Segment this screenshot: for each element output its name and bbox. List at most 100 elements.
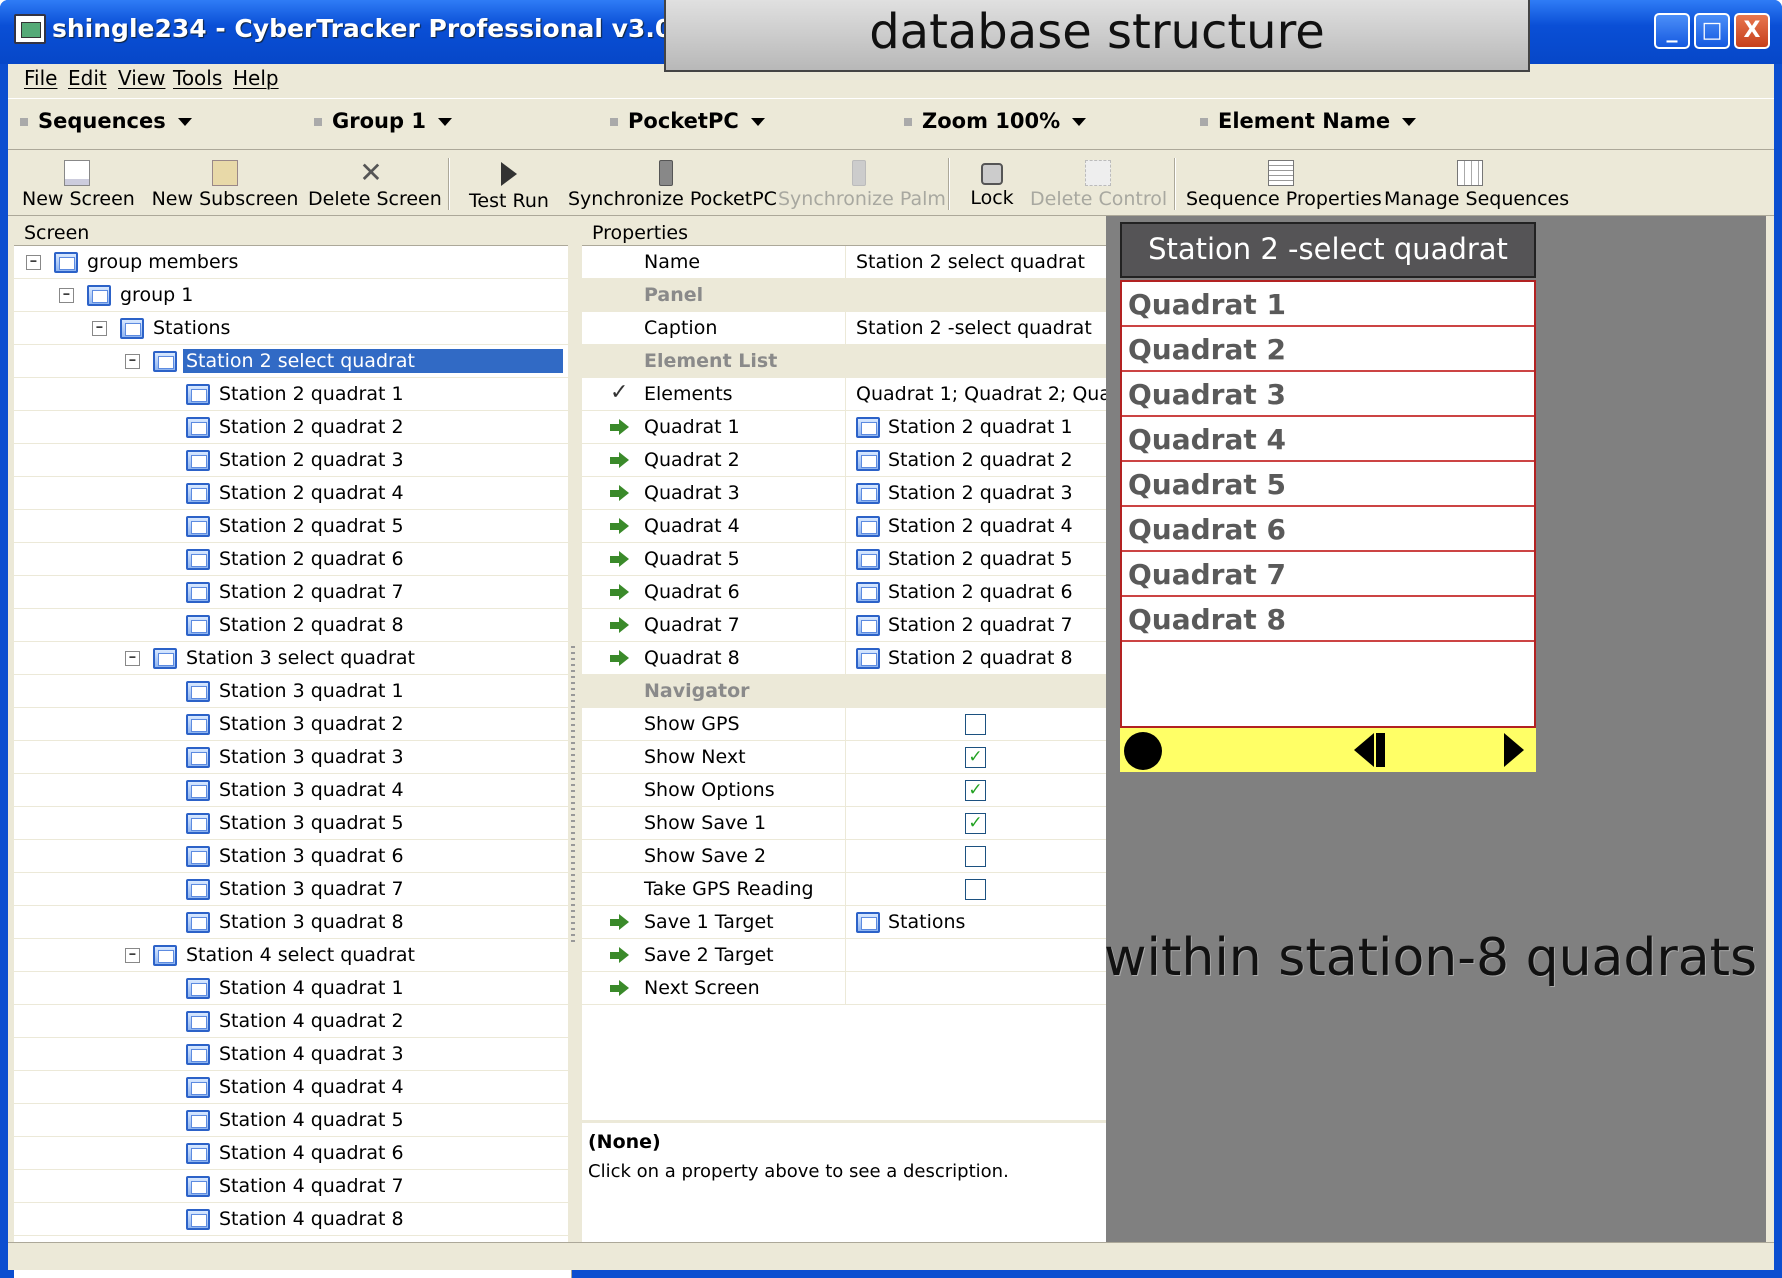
tree-item[interactable]: Station 2 quadrat 2 bbox=[14, 411, 571, 444]
element-name-dropdown[interactable]: Element Name bbox=[1200, 109, 1417, 133]
preview-list-item[interactable]: Quadrat 2 bbox=[1122, 327, 1534, 372]
test-run-button[interactable]: Test Run bbox=[464, 152, 554, 216]
property-value-cell[interactable] bbox=[846, 840, 1106, 873]
property-value-cell[interactable] bbox=[846, 873, 1106, 906]
delete-control-button[interactable]: Delete Control bbox=[1030, 152, 1167, 216]
property-row[interactable]: Show Save 1 ✓ bbox=[582, 807, 1106, 840]
property-value-cell[interactable]: ✓ bbox=[846, 807, 1106, 840]
menu-file[interactable]: File bbox=[24, 66, 57, 90]
preview-list-item[interactable]: Quadrat 8 bbox=[1122, 597, 1534, 642]
splitter-grip[interactable] bbox=[571, 646, 575, 946]
tree-item[interactable]: − group members bbox=[14, 246, 571, 279]
preview-list-item[interactable]: Quadrat 1 bbox=[1122, 282, 1534, 327]
property-value-cell[interactable]: ✓ bbox=[846, 774, 1106, 807]
property-row[interactable]: Caption Station 2 -select quadrat bbox=[582, 312, 1106, 345]
next-icon[interactable] bbox=[1504, 733, 1524, 767]
property-row[interactable]: Next Screen bbox=[582, 972, 1106, 1005]
property-row[interactable]: Save 1 Target Stations bbox=[582, 906, 1106, 939]
property-value-cell[interactable]: Station 2 quadrat 6 bbox=[846, 576, 1106, 609]
menu-tools[interactable]: Tools bbox=[173, 66, 222, 90]
collapse-icon[interactable]: − bbox=[125, 651, 140, 666]
options-dot-icon[interactable] bbox=[1124, 732, 1162, 770]
property-value-cell[interactable]: Stations bbox=[846, 906, 1106, 939]
tree-item[interactable]: − Station 3 select quadrat bbox=[14, 642, 571, 675]
checkbox[interactable]: ✓ bbox=[965, 780, 986, 801]
property-row[interactable]: Name Station 2 select quadrat bbox=[582, 246, 1106, 279]
property-row[interactable]: Show Save 2 bbox=[582, 840, 1106, 873]
tree-item[interactable]: Station 4 quadrat 8 bbox=[14, 1203, 571, 1236]
new-subscreen-button[interactable]: New Subscreen bbox=[150, 152, 300, 216]
property-value-cell[interactable]: Quadrat 1; Quadrat 2; Quadrat 3 bbox=[846, 378, 1106, 411]
tree-item[interactable]: Station 4 quadrat 1 bbox=[14, 972, 571, 1005]
menu-edit[interactable]: Edit bbox=[68, 66, 107, 90]
menu-help[interactable]: Help bbox=[233, 66, 279, 90]
property-row[interactable]: Quadrat 7 Station 2 quadrat 7 bbox=[582, 609, 1106, 642]
tree-item[interactable]: Station 4 quadrat 3 bbox=[14, 1038, 571, 1071]
tree-item[interactable]: Station 2 quadrat 3 bbox=[14, 444, 571, 477]
property-row[interactable]: Quadrat 1 Station 2 quadrat 1 bbox=[582, 411, 1106, 444]
property-row[interactable]: Show Options ✓ bbox=[582, 774, 1106, 807]
tree-item[interactable]: Station 3 quadrat 1 bbox=[14, 675, 571, 708]
synchronize-pocketpc-button[interactable]: Synchronize PocketPC bbox=[568, 152, 777, 216]
tree-item[interactable]: Station 3 quadrat 5 bbox=[14, 807, 571, 840]
menu-view[interactable]: View bbox=[118, 66, 165, 90]
sequence-properties-button[interactable]: Sequence Properties bbox=[1186, 152, 1382, 216]
property-row[interactable]: Show GPS bbox=[582, 708, 1106, 741]
tree-item[interactable]: Station 2 quadrat 8 bbox=[14, 609, 571, 642]
property-value-cell[interactable]: Station 2 quadrat 8 bbox=[846, 642, 1106, 675]
property-value-cell[interactable]: Station 2 -select quadrat bbox=[846, 312, 1106, 345]
tree-item[interactable]: − Stations bbox=[14, 312, 571, 345]
close-button[interactable]: X bbox=[1734, 13, 1770, 49]
back-icon[interactable] bbox=[1354, 733, 1388, 769]
collapse-icon[interactable]: − bbox=[125, 948, 140, 963]
tree-item[interactable]: Station 3 quadrat 3 bbox=[14, 741, 571, 774]
zoom-dropdown[interactable]: Zoom 100% bbox=[904, 109, 1087, 133]
property-row[interactable]: Quadrat 3 Station 2 quadrat 3 bbox=[582, 477, 1106, 510]
checkbox[interactable]: ✓ bbox=[965, 747, 986, 768]
preview-list-item[interactable]: Quadrat 6 bbox=[1122, 507, 1534, 552]
collapse-icon[interactable]: − bbox=[26, 255, 41, 270]
property-row[interactable]: Quadrat 2 Station 2 quadrat 2 bbox=[582, 444, 1106, 477]
tree-item[interactable]: − group 1 bbox=[14, 279, 571, 312]
tree-item[interactable]: Station 3 quadrat 2 bbox=[14, 708, 571, 741]
preview-list-item[interactable]: Quadrat 4 bbox=[1122, 417, 1534, 462]
tree-item[interactable]: Station 2 quadrat 5 bbox=[14, 510, 571, 543]
sequences-dropdown[interactable]: Sequences bbox=[20, 109, 192, 133]
lock-button[interactable]: Lock bbox=[958, 152, 1026, 216]
property-row[interactable]: Quadrat 6 Station 2 quadrat 6 bbox=[582, 576, 1106, 609]
property-value-cell[interactable]: Station 2 quadrat 3 bbox=[846, 477, 1106, 510]
collapse-icon[interactable]: − bbox=[125, 354, 140, 369]
property-row[interactable]: Show Next ✓ bbox=[582, 741, 1106, 774]
property-value-cell[interactable]: Station 2 quadrat 5 bbox=[846, 543, 1106, 576]
tree-item[interactable]: − Station 2 select quadrat bbox=[14, 345, 571, 378]
checkbox[interactable] bbox=[965, 846, 986, 867]
delete-screen-button[interactable]: ✕ Delete Screen bbox=[308, 152, 442, 216]
property-value-cell[interactable] bbox=[846, 708, 1106, 741]
tree-item[interactable]: Station 4 quadrat 2 bbox=[14, 1005, 571, 1038]
tree-item[interactable]: Station 3 quadrat 7 bbox=[14, 873, 571, 906]
minimize-button[interactable]: _ bbox=[1654, 13, 1690, 49]
preview-list-item[interactable]: Quadrat 3 bbox=[1122, 372, 1534, 417]
tree-item[interactable]: Station 3 quadrat 4 bbox=[14, 774, 571, 807]
tree-item[interactable]: Station 3 quadrat 6 bbox=[14, 840, 571, 873]
property-value-cell[interactable]: Station 2 quadrat 4 bbox=[846, 510, 1106, 543]
device-dropdown[interactable]: PocketPC bbox=[610, 109, 765, 133]
synchronize-palm-button[interactable]: Synchronize Palm bbox=[778, 152, 946, 216]
collapse-icon[interactable]: − bbox=[92, 321, 107, 336]
property-value-cell[interactable] bbox=[846, 939, 1106, 972]
property-row[interactable]: Quadrat 8 Station 2 quadrat 8 bbox=[582, 642, 1106, 675]
tree-item[interactable]: Station 4 quadrat 4 bbox=[14, 1071, 571, 1104]
tree-item[interactable]: Station 2 quadrat 4 bbox=[14, 477, 571, 510]
checkbox[interactable] bbox=[965, 714, 986, 735]
property-row[interactable]: Quadrat 5 Station 2 quadrat 5 bbox=[582, 543, 1106, 576]
property-value-cell[interactable]: Station 2 quadrat 2 bbox=[846, 444, 1106, 477]
manage-sequences-button[interactable]: Manage Sequences bbox=[1384, 152, 1569, 216]
tree-item[interactable]: Station 4 quadrat 7 bbox=[14, 1170, 571, 1203]
property-row[interactable]: ✓ Elements Quadrat 1; Quadrat 2; Quadrat 3 bbox=[582, 378, 1106, 411]
property-value-cell[interactable]: Station 2 quadrat 1 bbox=[846, 411, 1106, 444]
tree-item[interactable]: − Station 4 select quadrat bbox=[14, 939, 571, 972]
maximize-button[interactable]: □ bbox=[1694, 13, 1730, 49]
panel-splitter[interactable] bbox=[568, 216, 578, 1242]
property-row[interactable]: Take GPS Reading bbox=[582, 873, 1106, 906]
property-value-cell[interactable] bbox=[846, 972, 1106, 1005]
